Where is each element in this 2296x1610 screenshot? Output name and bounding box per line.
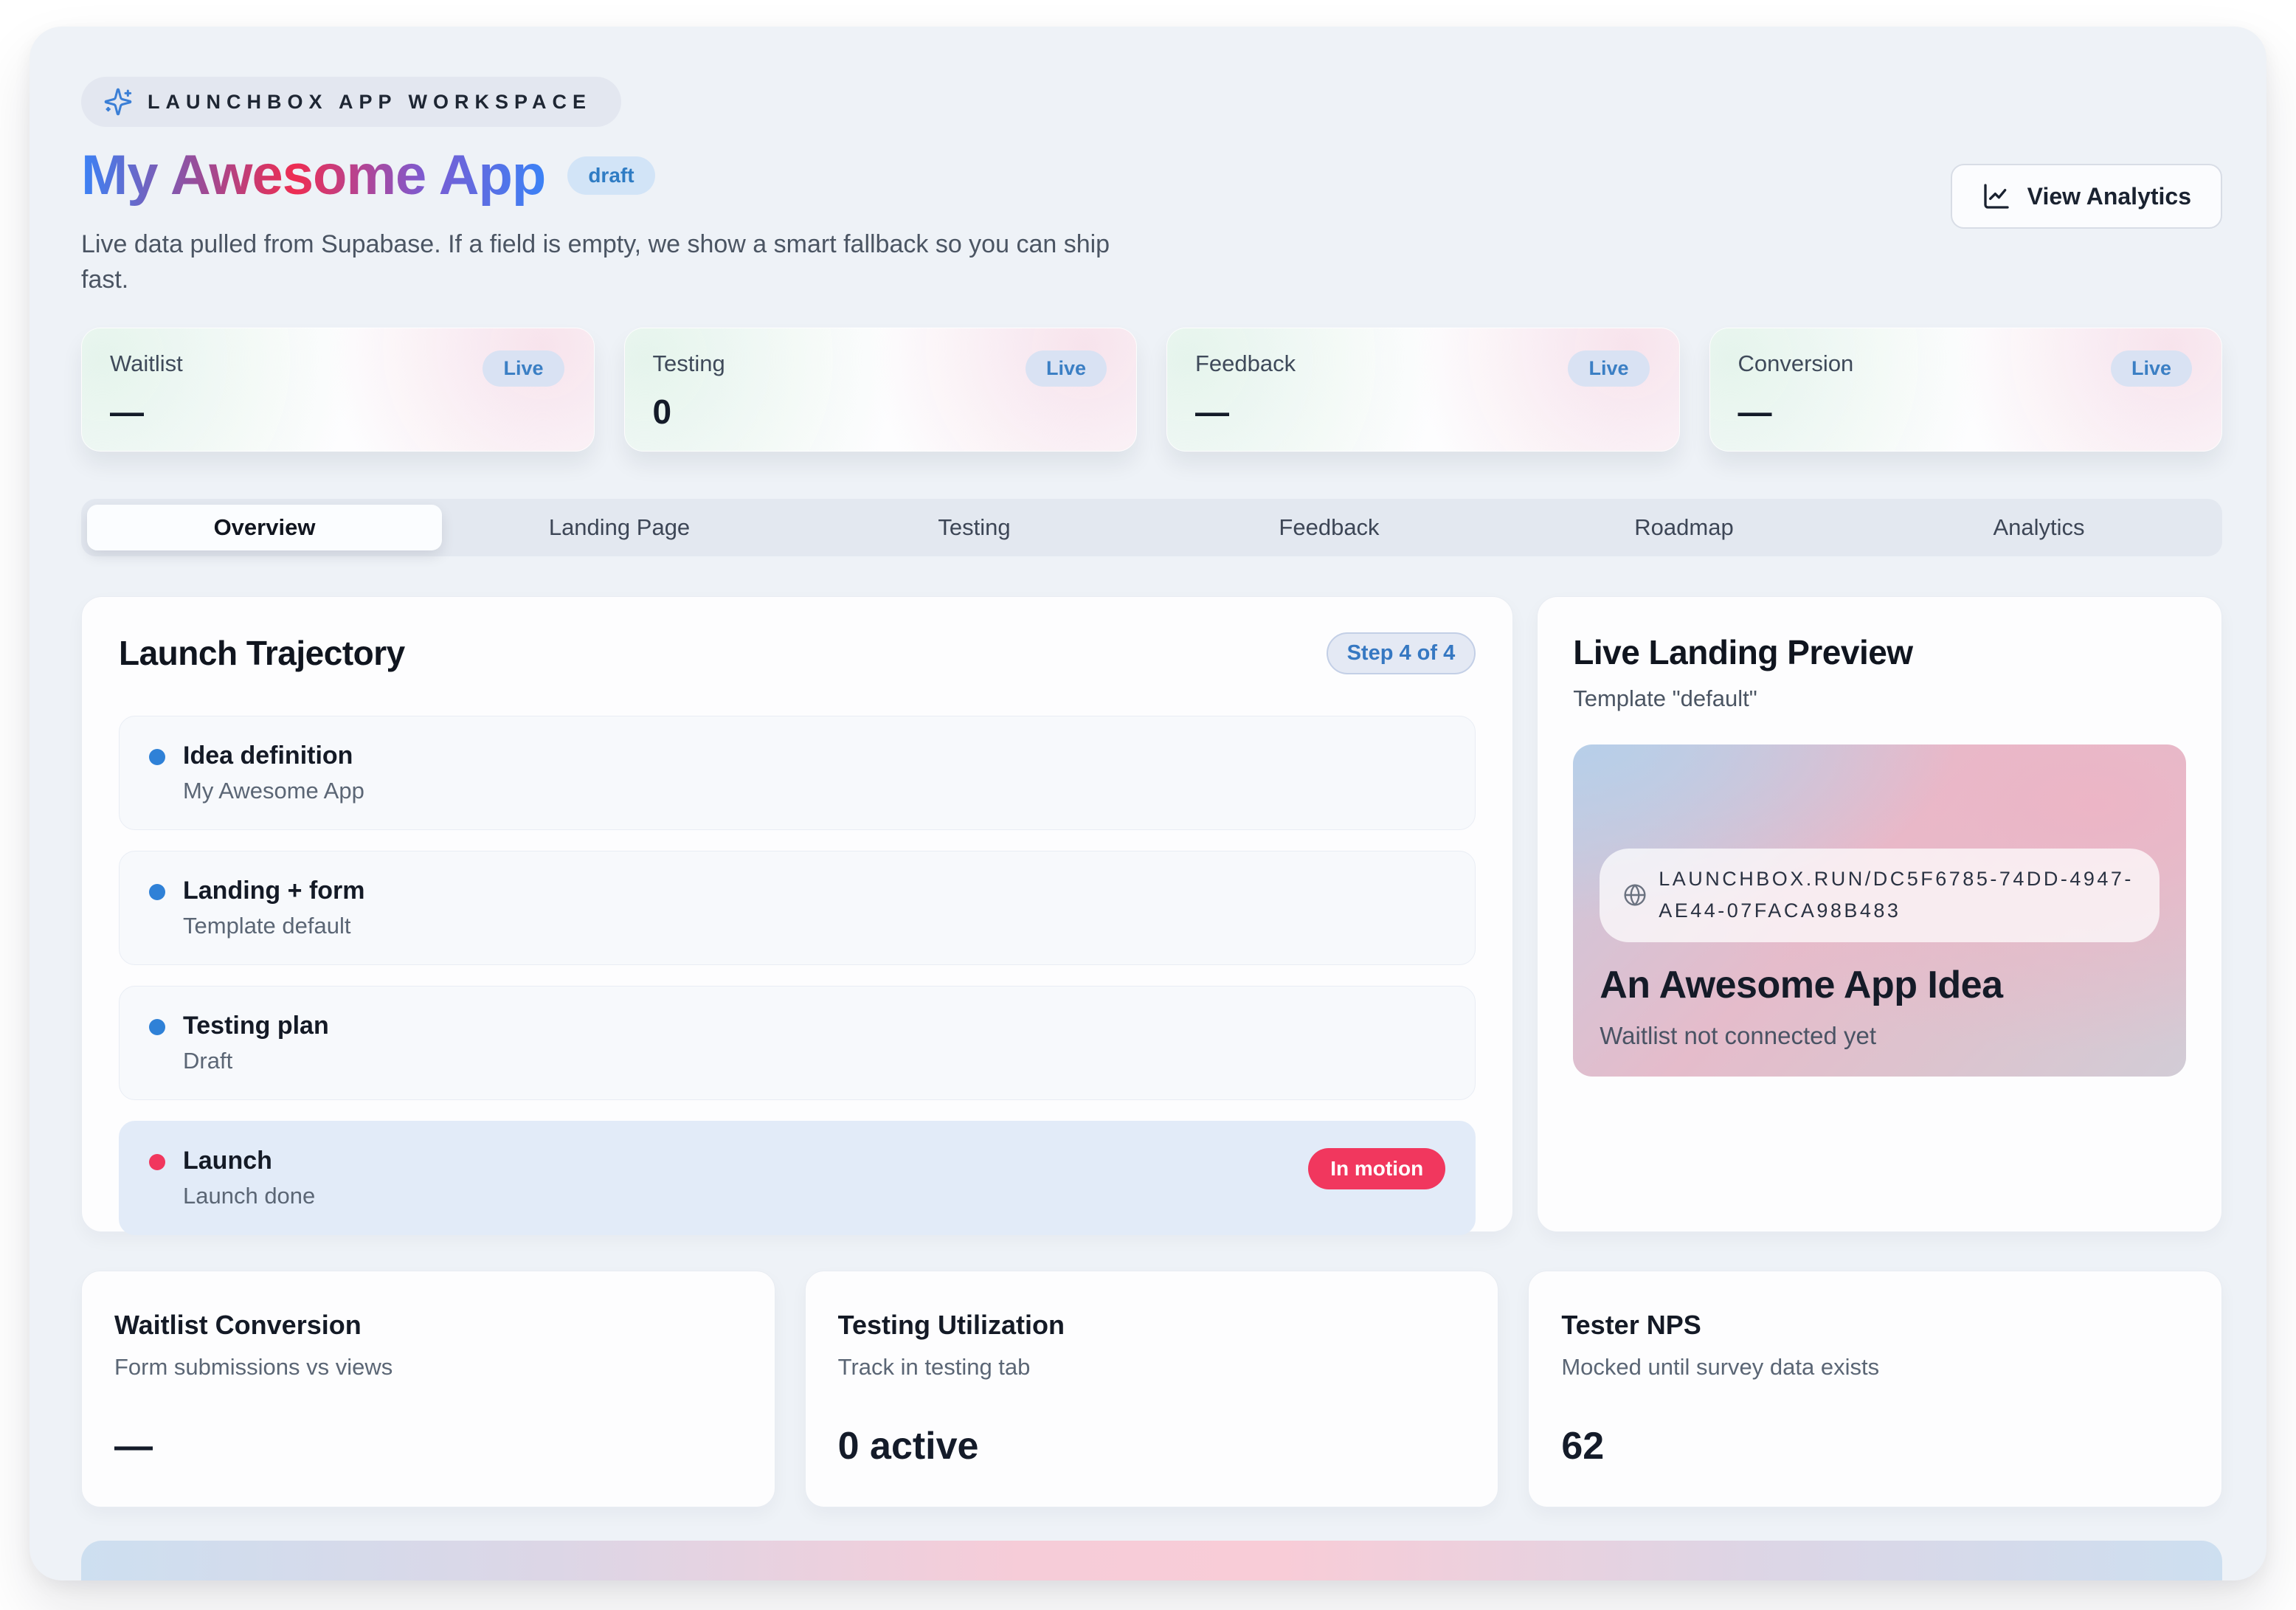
workspace-badge: LAUNCHBOX APP WORKSPACE xyxy=(81,77,621,127)
step-landing-form: Landing + form Template default xyxy=(119,851,1476,965)
step-title: Testing plan xyxy=(183,1012,1445,1040)
step-title: Launch xyxy=(183,1147,1308,1175)
app-window: LAUNCHBOX APP WORKSPACE My Awesome App d… xyxy=(30,27,2266,1580)
view-analytics-label: View Analytics xyxy=(2027,183,2191,210)
sparkles-icon xyxy=(103,87,133,117)
trajectory-title: Launch Trajectory xyxy=(119,633,405,673)
stat-value: — xyxy=(1738,395,2193,429)
cta-banner xyxy=(81,1541,2222,1580)
stat-card-feedback: Feedback Live — xyxy=(1166,328,1680,452)
metric-value: 62 xyxy=(1561,1427,2189,1465)
metric-subtitle: Mocked until survey data exists xyxy=(1561,1354,2189,1381)
stat-label: Testing xyxy=(653,350,725,377)
live-badge: Live xyxy=(1568,350,1649,387)
tab-analytics[interactable]: Analytics xyxy=(1861,505,2216,550)
live-badge: Live xyxy=(2111,350,2192,387)
landing-note: Waitlist not connected yet xyxy=(1600,1022,2160,1050)
tab-testing[interactable]: Testing xyxy=(797,505,1152,550)
trajectory-steps: Idea definition My Awesome App Landing +… xyxy=(119,716,1476,1235)
step-dot-icon xyxy=(149,884,165,900)
preview-subtitle: Template "default" xyxy=(1573,685,2186,712)
metrics-row: Waitlist Conversion Form submissions vs … xyxy=(81,1271,2222,1507)
step-launch: Launch Launch done In motion xyxy=(119,1121,1476,1235)
stat-label: Conversion xyxy=(1738,350,1854,377)
page-subtitle: Live data pulled from Supabase. If a fie… xyxy=(81,227,1114,298)
metric-card-tester-nps: Tester NPS Mocked until survey data exis… xyxy=(1528,1271,2222,1507)
line-chart-icon xyxy=(1982,182,2011,211)
tab-overview[interactable]: Overview xyxy=(87,505,442,550)
globe-icon xyxy=(1623,883,1647,907)
stat-value: 0 xyxy=(653,395,1107,429)
main-content: Launch Trajectory Step 4 of 4 Idea defin… xyxy=(81,596,2222,1232)
stat-value: — xyxy=(1195,395,1650,429)
metric-value: — xyxy=(114,1427,742,1465)
metric-card-testing-utilization: Testing Utilization Track in testing tab… xyxy=(805,1271,1499,1507)
preview-title: Live Landing Preview xyxy=(1573,632,2186,672)
launch-trajectory-card: Launch Trajectory Step 4 of 4 Idea defin… xyxy=(81,596,1513,1232)
workspace-badge-label: LAUNCHBOX APP WORKSPACE xyxy=(148,91,592,114)
step-dot-icon xyxy=(149,1019,165,1035)
step-subtitle: Launch done xyxy=(183,1183,1308,1209)
page-header: My Awesome App draft Live data pulled fr… xyxy=(81,143,2222,298)
tab-feedback[interactable]: Feedback xyxy=(1152,505,1507,550)
view-analytics-button[interactable]: View Analytics xyxy=(1951,164,2222,229)
step-progress-badge: Step 4 of 4 xyxy=(1327,632,1476,674)
step-idea-definition: Idea definition My Awesome App xyxy=(119,716,1476,830)
live-badge: Live xyxy=(1026,350,1107,387)
step-dot-icon xyxy=(149,749,165,765)
landing-headline: An Awesome App Idea xyxy=(1600,963,2160,1007)
metric-subtitle: Track in testing tab xyxy=(838,1354,1466,1381)
metric-title: Tester NPS xyxy=(1561,1310,2189,1341)
tab-landing-page[interactable]: Landing Page xyxy=(442,505,797,550)
in-motion-badge: In motion xyxy=(1308,1148,1445,1189)
live-badge: Live xyxy=(483,350,564,387)
step-title: Landing + form xyxy=(183,877,1445,905)
stat-card-waitlist: Waitlist Live — xyxy=(81,328,595,452)
stat-card-testing: Testing Live 0 xyxy=(624,328,1138,452)
landing-url: LAUNCHBOX.RUN/DC5F6785-74DD-4947-AE44-07… xyxy=(1659,863,2136,927)
live-landing-preview-card: Live Landing Preview Template "default" … xyxy=(1537,596,2222,1232)
landing-url-pill[interactable]: LAUNCHBOX.RUN/DC5F6785-74DD-4947-AE44-07… xyxy=(1600,849,2160,942)
tab-bar: Overview Landing Page Testing Feedback R… xyxy=(81,499,2222,556)
metric-title: Waitlist Conversion xyxy=(114,1310,742,1341)
stat-label: Waitlist xyxy=(110,350,183,377)
step-dot-icon xyxy=(149,1154,165,1170)
status-badge: draft xyxy=(567,156,654,195)
stat-label: Feedback xyxy=(1195,350,1296,377)
metric-title: Testing Utilization xyxy=(838,1310,1466,1341)
step-testing-plan: Testing plan Draft xyxy=(119,986,1476,1100)
landing-preview-panel: LAUNCHBOX.RUN/DC5F6785-74DD-4947-AE44-07… xyxy=(1573,744,2186,1077)
metric-subtitle: Form submissions vs views xyxy=(114,1354,742,1381)
metric-value: 0 active xyxy=(838,1427,1466,1465)
step-subtitle: Template default xyxy=(183,913,1445,939)
stat-card-conversion: Conversion Live — xyxy=(1709,328,2223,452)
stats-row: Waitlist Live — Testing Live 0 Feedback … xyxy=(81,328,2222,452)
step-subtitle: Draft xyxy=(183,1048,1445,1074)
header-left: My Awesome App draft Live data pulled fr… xyxy=(81,143,1114,298)
stat-value: — xyxy=(110,395,564,429)
tab-roadmap[interactable]: Roadmap xyxy=(1507,505,1861,550)
step-title: Idea definition xyxy=(183,742,1445,770)
metric-card-waitlist-conversion: Waitlist Conversion Form submissions vs … xyxy=(81,1271,775,1507)
step-subtitle: My Awesome App xyxy=(183,778,1445,804)
page-title: My Awesome App xyxy=(81,143,545,207)
